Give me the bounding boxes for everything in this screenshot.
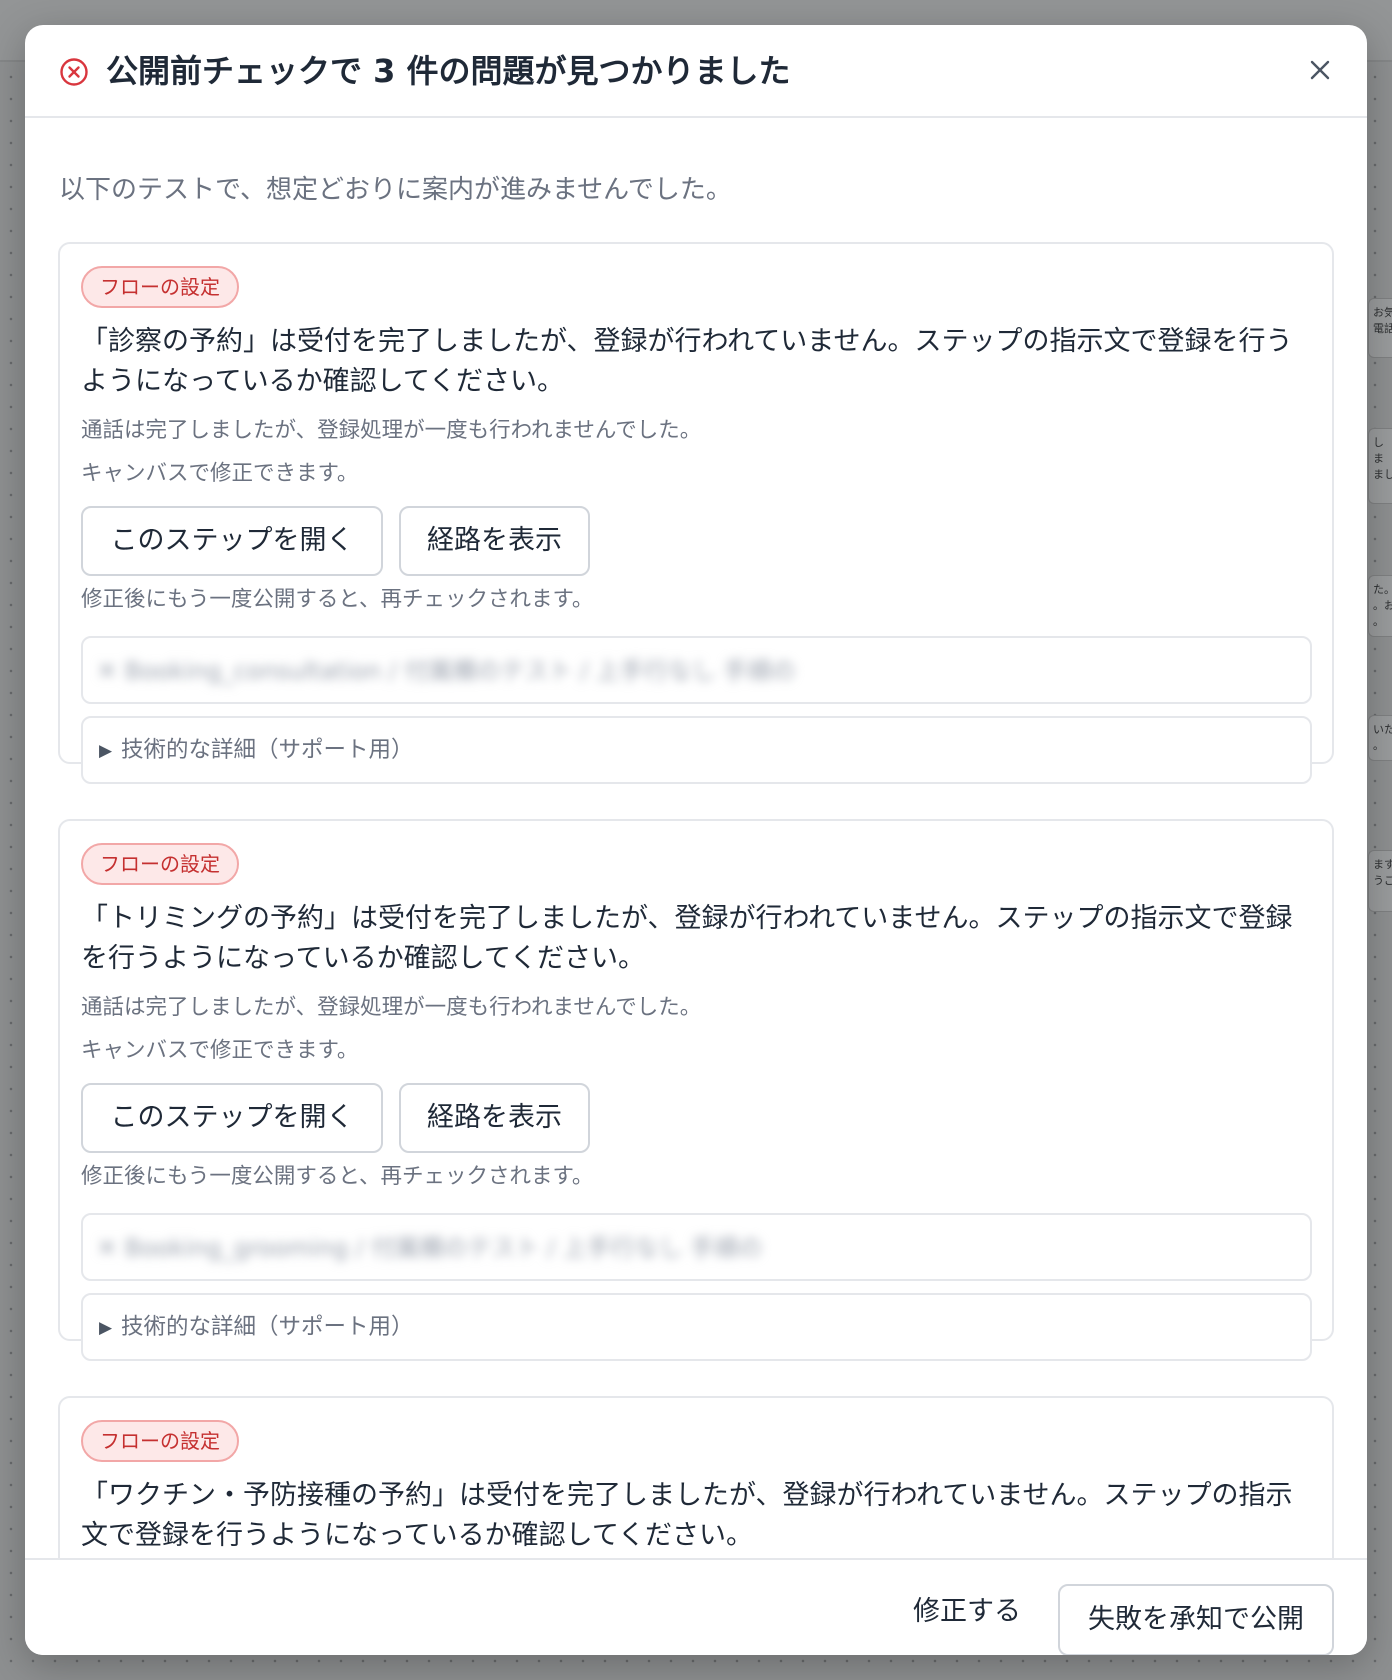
publish-check-dialog: 公開前チェックで 3 件の問題が見つかりました 以下のテストで、想定どおりに案内… xyxy=(25,25,1367,1655)
issue-hint: キャンバスで修正できます。 xyxy=(81,461,359,486)
dialog-title: 公開前チェックで 3 件の問題が見つかりました xyxy=(106,52,791,90)
recheck-note: 修正後にもう一度公開すると、再チェックされます。 xyxy=(81,1164,594,1189)
close-button[interactable] xyxy=(1303,55,1337,89)
issue-card: フローの設定 「診察の予約」は受付を完了しましたが、登録が行われていません。ステ… xyxy=(58,242,1334,784)
category-badge: フローの設定 xyxy=(81,266,239,308)
issue-message: 「ワクチン・予防接種の予約」は受付を完了しましたが、登録が行われていません。ステ… xyxy=(81,1480,1293,1551)
triangle-right-icon: ▶ xyxy=(99,741,113,761)
background-node-text: 。お xyxy=(1373,599,1392,612)
background-canvas-node: いた 。 xyxy=(1368,715,1392,761)
tech-details-label: 技術的な詳細（サポート用） xyxy=(121,1314,414,1340)
dialog-footer: 修正する 失敗を承知で公開 xyxy=(25,1558,1367,1655)
background-node-text: 。 xyxy=(1373,615,1384,628)
tech-details-toggle[interactable]: ▶ 技術的な詳細（サポート用） xyxy=(81,1293,1312,1361)
background-canvas-node: お気 電話 xyxy=(1368,298,1392,358)
close-icon xyxy=(1309,59,1331,85)
category-badge: フローの設定 xyxy=(81,843,239,885)
circle-x-icon xyxy=(59,57,89,87)
open-step-button[interactable]: このステップを開く xyxy=(81,506,383,576)
background-node-text: し xyxy=(1373,436,1384,449)
blurred-test-result: ✕ Booking_grooming / 付属欄のテスト / 上手行なし 手順の xyxy=(97,1234,763,1262)
background-node-text: 電話 xyxy=(1373,322,1392,335)
background-canvas-node: た。 。お 。 xyxy=(1368,575,1392,637)
tech-details-label: 技術的な詳細（サポート用） xyxy=(121,737,414,763)
background-canvas-node: し ま まし xyxy=(1368,428,1392,504)
issue-card: フローの設定 「ワクチン・予防接種の予約」は受付を完了しましたが、登録が行われて… xyxy=(58,1396,1334,1558)
tech-details-toggle[interactable]: ▶ 技術的な詳細（サポート用） xyxy=(81,716,1312,784)
background-node-text: た。 xyxy=(1373,583,1392,596)
background-node-text: まし xyxy=(1373,468,1392,481)
dialog-body[interactable]: 以下のテストで、想定どおりに案内が進みませんでした。 フローの設定 「診察の予約… xyxy=(25,120,1367,1558)
background-node-text: ます xyxy=(1373,858,1392,871)
background-node-text: 。 xyxy=(1373,739,1384,752)
triangle-right-icon: ▶ xyxy=(99,1318,113,1338)
issue-message: 「診察の予約」は受付を完了しましたが、登録が行われていません。ステップの指示文で… xyxy=(81,326,1293,397)
issue-card: フローの設定 「トリミングの予約」は受付を完了しましたが、登録が行われていません… xyxy=(58,819,1334,1361)
background-node-text: ま xyxy=(1373,452,1384,465)
issue-detail: 通話は完了しましたが、登録処理が一度も行われませんでした。 xyxy=(81,418,702,443)
category-badge: フローの設定 xyxy=(81,1420,239,1462)
fix-button[interactable]: 修正する xyxy=(903,1582,1031,1642)
test-result-row: ✕ Booking_grooming / 付属欄のテスト / 上手行なし 手順の xyxy=(81,1213,1312,1281)
show-path-button[interactable]: 経路を表示 xyxy=(399,506,590,576)
blurred-test-result: ✕ Booking_consultation / 付属欄のテスト / 上手行なし… xyxy=(97,657,796,685)
issue-detail: 通話は完了しましたが、登録処理が一度も行われませんでした。 xyxy=(81,995,702,1020)
background-node-text: お気 xyxy=(1373,306,1392,319)
open-step-button[interactable]: このステップを開く xyxy=(81,1083,383,1153)
issue-message: 「トリミングの予約」は受付を完了しましたが、登録が行われていません。ステップの指… xyxy=(81,903,1293,974)
background-node-text: うご xyxy=(1373,874,1392,887)
test-result-row: ✕ Booking_consultation / 付属欄のテスト / 上手行なし… xyxy=(81,636,1312,704)
publish-anyway-button[interactable]: 失敗を承知で公開 xyxy=(1058,1584,1334,1655)
recheck-note: 修正後にもう一度公開すると、再チェックされます。 xyxy=(81,587,594,612)
issue-hint: キャンバスで修正できます。 xyxy=(81,1038,359,1063)
show-path-button[interactable]: 経路を表示 xyxy=(399,1083,590,1153)
background-node-text: いた xyxy=(1373,723,1392,736)
dialog-header: 公開前チェックで 3 件の問題が見つかりました xyxy=(25,25,1367,118)
dialog-intro: 以下のテストで、想定どおりに案内が進みませんでした。 xyxy=(59,175,732,205)
background-canvas-node: ます うご xyxy=(1368,850,1392,912)
